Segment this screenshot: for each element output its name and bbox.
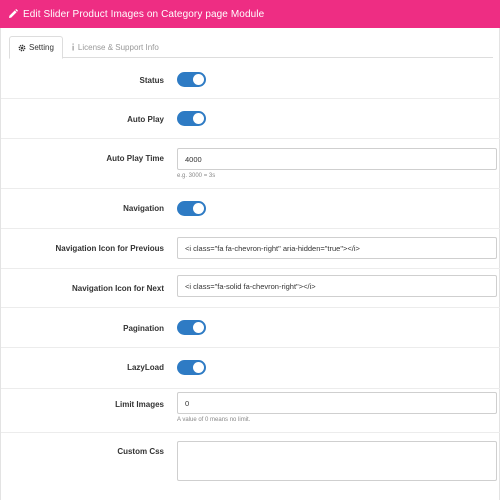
autoplay-time-row: Auto Play Time 4000 e.g. 3000 = 3s: [1, 139, 500, 189]
tab-setting[interactable]: Setting: [9, 36, 63, 59]
pencil-icon: [8, 9, 18, 19]
tab-license-support[interactable]: License & Support Info: [63, 36, 167, 58]
module-header: Edit Slider Product Images on Category p…: [0, 0, 500, 28]
status-toggle[interactable]: [177, 72, 206, 87]
autoplay-time-label: Auto Play Time: [106, 154, 164, 163]
navigation-toggle[interactable]: [177, 201, 206, 216]
tab-bar: Setting License & Support Info: [9, 36, 493, 59]
status-label: Status: [139, 76, 164, 85]
lazyload-label: LazyLoad: [127, 363, 164, 372]
lazyload-row: LazyLoad: [1, 348, 500, 389]
nav-prev-input[interactable]: <i class="fa fa-chevron-right" aria-hidd…: [177, 237, 497, 259]
autoplay-row: Auto Play: [1, 99, 500, 139]
limit-images-row: Limit Images 0 A value of 0 means no lim…: [1, 389, 500, 433]
lazyload-toggle[interactable]: [177, 360, 206, 375]
limit-images-help: A value of 0 means no limit.: [177, 417, 251, 423]
info-icon: [71, 43, 75, 51]
pagination-toggle[interactable]: [177, 320, 206, 335]
limit-images-label: Limit Images: [115, 400, 164, 409]
autoplay-time-input[interactable]: 4000: [177, 148, 497, 170]
navigation-row: Navigation: [1, 189, 500, 229]
tab-setting-label: Setting: [29, 43, 54, 52]
autoplay-toggle[interactable]: [177, 111, 206, 126]
status-row: Status: [1, 60, 500, 99]
nav-next-input[interactable]: <i class="fa-solid fa-chevron-right"></i…: [177, 275, 497, 297]
nav-prev-row: Navigation Icon for Previous <i class="f…: [1, 229, 500, 269]
autoplay-time-help: e.g. 3000 = 3s: [177, 173, 216, 179]
gear-icon: [18, 44, 26, 52]
tab-license-label: License & Support Info: [77, 42, 159, 52]
custom-css-label: Custom Css: [117, 447, 164, 456]
pagination-label: Pagination: [123, 324, 164, 333]
navigation-label: Navigation: [123, 204, 164, 213]
pagination-row: Pagination: [1, 308, 500, 348]
header-title: Edit Slider Product Images on Category p…: [23, 8, 265, 20]
limit-images-input[interactable]: 0: [177, 392, 497, 414]
nav-prev-label: Navigation Icon for Previous: [55, 244, 164, 253]
autoplay-label: Auto Play: [127, 115, 164, 124]
nav-next-label: Navigation Icon for Next: [71, 284, 164, 293]
custom-css-textarea[interactable]: [177, 441, 497, 481]
custom-css-row: Custom Css: [1, 433, 500, 500]
nav-next-row: Navigation Icon for Next <i class="fa-so…: [1, 269, 500, 308]
settings-panel: Setting License & Support Info Status Au…: [0, 28, 500, 500]
